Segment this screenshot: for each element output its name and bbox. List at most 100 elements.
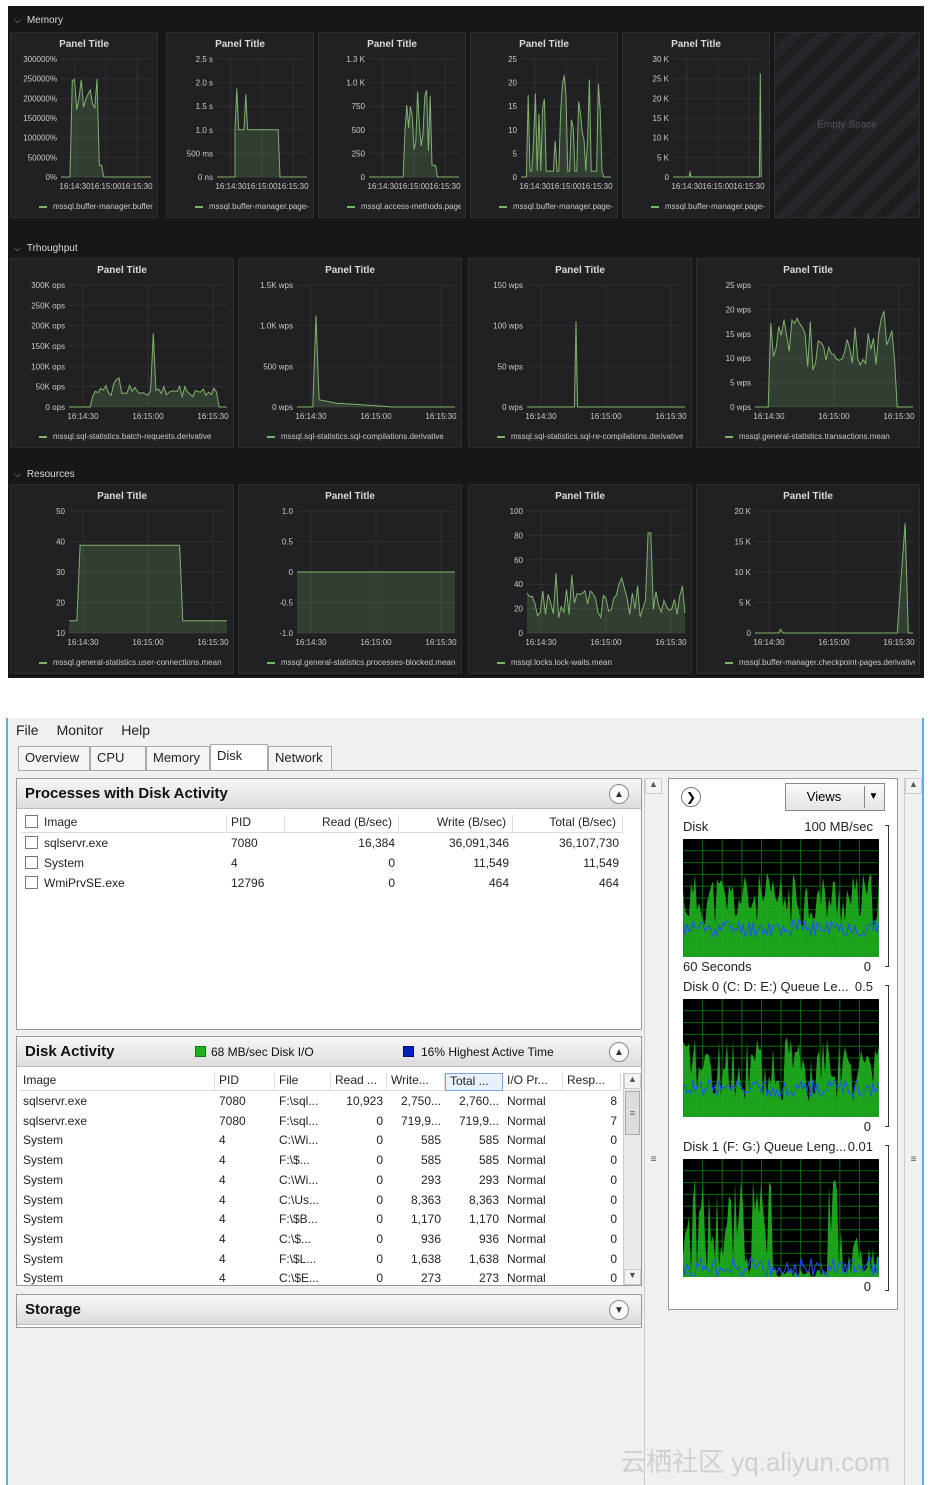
column-header-label: Total (B/sec)	[549, 815, 616, 829]
row-header-2[interactable]: ⌵ Resources	[14, 464, 75, 484]
pane-scroll-up-icon[interactable]: ▲	[905, 778, 922, 794]
row-header-0[interactable]: ⌵ Memory	[14, 10, 63, 30]
table-cell[interactable]: System	[21, 855, 227, 873]
y-tick-label: 0	[747, 629, 752, 638]
column-header[interactable]: Read (B/sec)	[285, 815, 399, 833]
table-cell: C:\Wi...	[279, 1133, 319, 1148]
table-cell[interactable]: sqlservr.exe	[21, 835, 227, 853]
panel-graph: 300K ops 250K ops 200K ops 150K ops 100K ops…	[31, 281, 229, 421]
splitter-grip-icon[interactable]: ≡	[645, 1154, 662, 1165]
main-scrollbar[interactable]: ▲ ≡	[644, 778, 662, 1485]
column-header[interactable]: PID	[215, 1073, 275, 1091]
legend-item[interactable]: mssql.locks.lock-waits.mean	[497, 658, 687, 667]
pane-scrollbar[interactable]: ▲ ≡	[904, 778, 922, 1485]
column-header[interactable]: Total ...	[445, 1073, 503, 1091]
y-tick-label: 0 ns	[198, 173, 213, 182]
graph-panel[interactable]: Panel Title 1.5K wps 1.0K wps 500 wps 0 wps 1…	[238, 258, 462, 448]
graph-panel[interactable]: Panel Title 20 K 15 K 10 K5 K 0 16:14:30 16:15…	[696, 484, 920, 674]
graph-panel[interactable]: Panel Title 2.5 s 2.0 s 1.5 s 1.0 s 500 ms 0 n…	[166, 32, 314, 218]
legend-item[interactable]: mssql.sql-statistics.sql-re-compilations…	[497, 432, 687, 441]
x-tick-label: 16:15:30	[883, 638, 915, 647]
table-cell: 293	[420, 1172, 441, 1187]
disk-activity-scrollbar[interactable]: ▲ ≡ ▼	[623, 1073, 641, 1285]
table-cell: 0	[610, 1231, 617, 1246]
column-header-label: Total ...	[450, 1074, 489, 1088]
graph-panel[interactable]: Panel Title 25 20 15 10 5 0 16:14:30 16:15:00 16:…	[470, 32, 618, 218]
column-header[interactable]: I/O Pr...	[503, 1073, 563, 1091]
legend-item[interactable]: mssql.buffer-manager.page-life	[195, 202, 309, 211]
graph-panel[interactable]: Panel Title 1.0 0.5 0 -0.5 -1.0 16:14:30 16:15:…	[238, 484, 462, 674]
legend-item[interactable]: mssql.buffer-manager.buffer-ca	[39, 202, 153, 211]
graph-panel[interactable]: Panel Title 30 K 25 K 20 K 15 K 10 K5 K 0 16:14…	[622, 32, 770, 218]
column-header[interactable]: Write (B/sec)	[399, 815, 513, 833]
y-tick-label: 2.5 s	[196, 55, 213, 64]
column-header[interactable]: Image	[19, 1073, 215, 1091]
column-header[interactable]: Image	[21, 815, 227, 833]
legend-item[interactable]: mssql.general-statistics.processes-block…	[267, 658, 457, 667]
column-header-label: File	[279, 1073, 299, 1087]
column-header[interactable]: Total (B/sec)	[513, 815, 623, 833]
graph-panel[interactable]: Panel Title 150 wps 100 wps 50 wps 0 wps 16:1…	[468, 258, 692, 448]
table-cell: System	[23, 1212, 64, 1227]
legend-item[interactable]: mssql.buffer-manager.checkpoint-pages.de…	[725, 658, 915, 667]
column-header[interactable]: File	[275, 1073, 331, 1091]
views-dropdown[interactable]: Views ▼	[785, 783, 885, 811]
processes-title: Processes with Disk Activity	[25, 785, 228, 802]
disk-activity-header[interactable]: Disk Activity 68 MB/sec Disk I/O 16% Hig…	[17, 1037, 641, 1067]
legend-item[interactable]: mssql.general-statistics.transactions.me…	[725, 432, 915, 441]
table-cell: 0	[610, 1212, 617, 1227]
table-cell: 0	[376, 1212, 383, 1227]
column-header[interactable]: Resp...	[563, 1073, 621, 1091]
table-cell: 464	[513, 875, 623, 893]
tab-memory[interactable]: Memory	[146, 746, 210, 770]
graph-panel[interactable]: Panel Title 50 40 30 20 10 16:14:30 16:15:00 16:…	[10, 484, 234, 674]
collapse-up-icon[interactable]: ▲	[609, 1042, 629, 1062]
row-checkbox[interactable]	[25, 876, 38, 889]
row-checkbox[interactable]	[25, 856, 38, 869]
menu-help[interactable]: Help	[121, 722, 150, 738]
graph-pane: ❯ Views ▼ Disk 100 MB/sec 0 60 Seconds Disk …	[668, 778, 898, 1310]
tab-overview[interactable]: Overview	[18, 746, 90, 770]
y-tick-label: 1.0	[282, 507, 294, 516]
table-cell: C:\$E...	[279, 1271, 320, 1286]
table-cell: Normal	[507, 1251, 546, 1266]
x-tick-label: 16:15:30	[425, 412, 457, 421]
row-checkbox[interactable]	[25, 836, 38, 849]
legend-item[interactable]: mssql.sql-statistics.batch-requests.deri…	[39, 432, 229, 441]
tab-disk[interactable]: Disk	[210, 744, 268, 770]
pane-grip-icon[interactable]: ≡	[905, 1154, 922, 1165]
tab-cpu[interactable]: CPU	[90, 746, 146, 770]
expand-pane-icon[interactable]: ❯	[681, 787, 701, 807]
legend-item[interactable]: mssql.sql-statistics.sql-compilations.de…	[267, 432, 457, 441]
x-tick-label: 16:15:00	[590, 412, 622, 421]
graph-panel[interactable]: Panel Title 1.3 K 1.0 K 750 500 250 0 16:14:30 1…	[318, 32, 466, 218]
graph-panel[interactable]: Panel Title 100 80 60 40 20 0 16:14:30 16:15:00 1…	[468, 484, 692, 674]
menu-file[interactable]: File	[16, 722, 39, 738]
scroll-down-arrow-icon[interactable]: ▼	[624, 1269, 641, 1285]
scroll-up-arrow-icon[interactable]: ▲	[624, 1073, 641, 1089]
main-scroll-up-icon[interactable]: ▲	[645, 778, 662, 794]
legend-item[interactable]: mssql.access-methods.page-spl	[347, 202, 461, 211]
column-header[interactable]: Write...	[387, 1073, 445, 1091]
table-cell[interactable]: WmiPrvSE.exe	[21, 875, 227, 893]
legend-swatch	[267, 661, 275, 664]
cell-text: 36,091,346	[448, 836, 509, 850]
scroll-thumb[interactable]: ≡	[625, 1091, 640, 1135]
collapse-up-icon[interactable]: ▲	[609, 784, 629, 804]
graph-panel[interactable]: Panel Title 300K ops 250K ops 200K ops 150K …	[10, 258, 234, 448]
select-all-checkbox[interactable]	[25, 815, 38, 828]
menu-monitor[interactable]: Monitor	[57, 722, 104, 738]
tab-network[interactable]: Network	[268, 746, 332, 770]
storage-header[interactable]: Storage ▼	[17, 1295, 641, 1325]
legend-item[interactable]: mssql.buffer-manager.page-writes.derivat…	[651, 202, 765, 211]
table-cell: 2,760...	[458, 1094, 499, 1108]
row-header-1[interactable]: ⌵ Trhoughput	[14, 238, 78, 258]
processes-header[interactable]: Processes with Disk Activity ▲	[17, 779, 641, 809]
graph-panel[interactable]: Panel Title 300000% 250000% 200000% 150000% 1…	[10, 32, 158, 218]
column-header[interactable]: Read ...	[331, 1073, 387, 1091]
legend-item[interactable]: mssql.general-statistics.user-connection…	[39, 658, 229, 667]
legend-item[interactable]: mssql.buffer-manager.page-rea	[499, 202, 613, 211]
graph-panel[interactable]: Panel Title 25 wps 20 wps 15 wps 10 wps 5 wps…	[696, 258, 920, 448]
column-header[interactable]: PID	[227, 815, 285, 833]
expand-down-icon[interactable]: ▼	[609, 1300, 629, 1320]
